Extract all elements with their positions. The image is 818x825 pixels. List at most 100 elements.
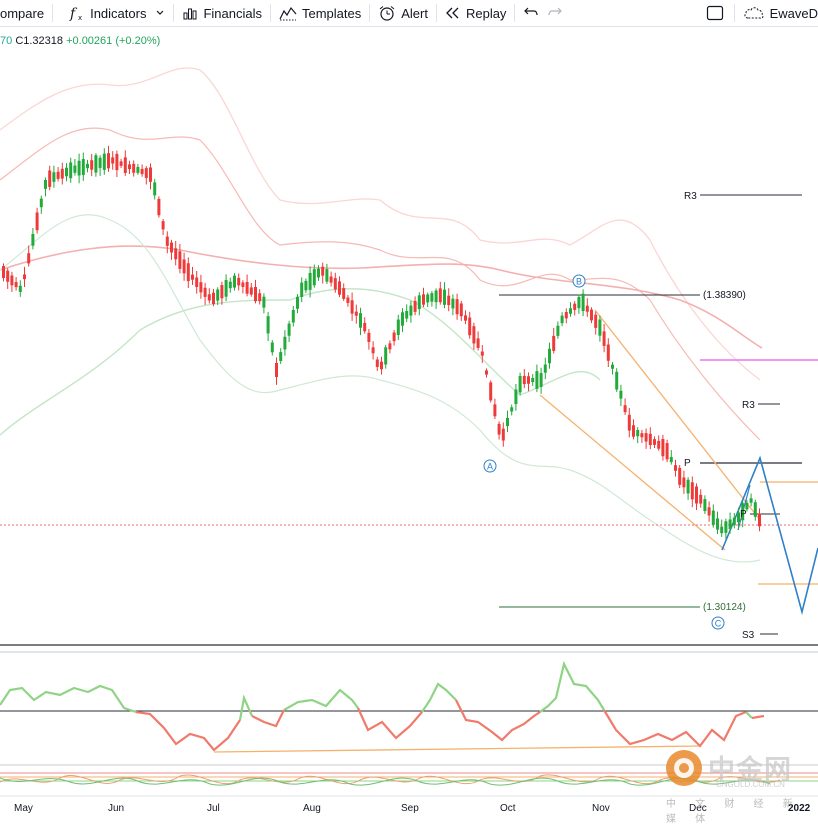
candle-body [14, 282, 18, 288]
candle-body [497, 423, 501, 435]
candle-body [686, 479, 690, 494]
undo-icon [524, 7, 539, 16]
templates-button[interactable]: Templates [273, 0, 367, 26]
candle-body [203, 287, 207, 297]
candle-body [640, 433, 644, 438]
undo-button[interactable] [517, 0, 543, 26]
candle-body [476, 338, 480, 348]
svg-text:C: C [715, 619, 722, 629]
candle-body [678, 467, 682, 485]
candle-body [212, 292, 215, 305]
candle-body [321, 266, 325, 276]
indicators-button[interactable]: fx Indicators [55, 0, 171, 26]
candle-body [493, 404, 497, 417]
candle-body [489, 382, 493, 401]
candle-body [363, 322, 367, 332]
candle-body [602, 331, 606, 346]
forecast-path [721, 455, 818, 616]
indicators-label: Indicators [90, 5, 147, 21]
alert-button[interactable]: Alert [372, 0, 434, 26]
candle-body [287, 323, 291, 336]
svg-text:B: B [576, 277, 582, 287]
svg-text:A: A [487, 462, 493, 472]
candle-body [531, 377, 535, 383]
candle-body [275, 362, 278, 378]
ohlc-close: C1.32318 [15, 35, 64, 47]
replay-label: Replay [465, 5, 507, 21]
bb-upper [0, 127, 761, 441]
candle-body [464, 315, 467, 321]
candle-body [669, 457, 673, 463]
candle-body [594, 314, 598, 328]
toolbar-divider [173, 4, 175, 22]
toolbar-divider [369, 4, 371, 22]
candle-body [258, 293, 262, 302]
ohlc-change: +0.00261 (+0.20%) [66, 35, 161, 47]
candle-body [333, 278, 337, 290]
candle-body [123, 157, 127, 173]
candle-body [527, 376, 530, 384]
candle-body [65, 167, 68, 177]
candle-body [48, 170, 52, 187]
candle-body [539, 373, 543, 387]
candle-body [308, 272, 312, 290]
candle-body [317, 268, 320, 278]
candle-body [132, 163, 136, 173]
month-label-aug: Aug [303, 803, 321, 814]
candle-body [329, 276, 333, 283]
financials-button[interactable]: Financials [176, 0, 268, 26]
candle-body [753, 502, 757, 517]
templates-icon [279, 6, 297, 21]
candle-body [426, 294, 430, 303]
account-label: EwaveD [769, 5, 818, 21]
candle-body [501, 428, 505, 441]
candle-body [367, 332, 371, 342]
candle-body [216, 289, 220, 301]
candle-body [81, 159, 85, 176]
ohlc-legend: 70 C1.32318 +0.00261 (+0.20%) [0, 35, 160, 47]
month-label-jun: Jun [108, 803, 124, 814]
candle-body [270, 342, 274, 353]
layout-button[interactable] [698, 0, 732, 26]
candle-body [653, 439, 656, 445]
wave-label-a: A [483, 459, 497, 473]
candle-body [346, 297, 350, 303]
price-chart[interactable]: A B C (1.38390) (1.30124) R3 R3 P P S3 M… [0, 0, 818, 817]
compare-button[interactable]: ompare [0, 0, 50, 26]
candle-body [254, 286, 257, 302]
wave-label-b: B [572, 274, 586, 288]
candle-body [249, 287, 253, 295]
candle-body [266, 316, 270, 334]
candle-body [674, 465, 677, 471]
candle-body [758, 513, 761, 527]
month-label-nov: Nov [592, 803, 610, 814]
candle-body [115, 153, 119, 171]
month-label-jul: Jul [207, 803, 220, 814]
candle-body [556, 325, 560, 336]
month-label-sep: Sep [401, 803, 419, 814]
ma-green [0, 288, 601, 436]
candle-body [443, 289, 446, 305]
candle-body [170, 242, 173, 253]
candle-body [695, 486, 698, 504]
candle-body [451, 298, 455, 309]
candle-body [178, 251, 182, 269]
redo-button[interactable] [543, 0, 569, 26]
candle-body [161, 221, 165, 230]
toolbar-divider [269, 4, 271, 22]
candle-body [417, 295, 421, 310]
candle-body [405, 311, 409, 319]
candle-body [350, 300, 354, 314]
candle-body [627, 414, 631, 431]
candle-body [560, 315, 564, 324]
replay-button[interactable]: Replay [439, 0, 512, 26]
toolbar-divider [52, 4, 54, 22]
candle-body [23, 274, 26, 280]
account-button[interactable]: EwaveD [737, 0, 818, 26]
candle-body [548, 348, 551, 364]
candle-body [86, 163, 89, 169]
candle-body [149, 167, 152, 182]
watermark-tagline: 中 文 财 经 新 媒 体 [666, 799, 801, 825]
candle-body [283, 336, 287, 350]
candle-body [291, 309, 295, 323]
